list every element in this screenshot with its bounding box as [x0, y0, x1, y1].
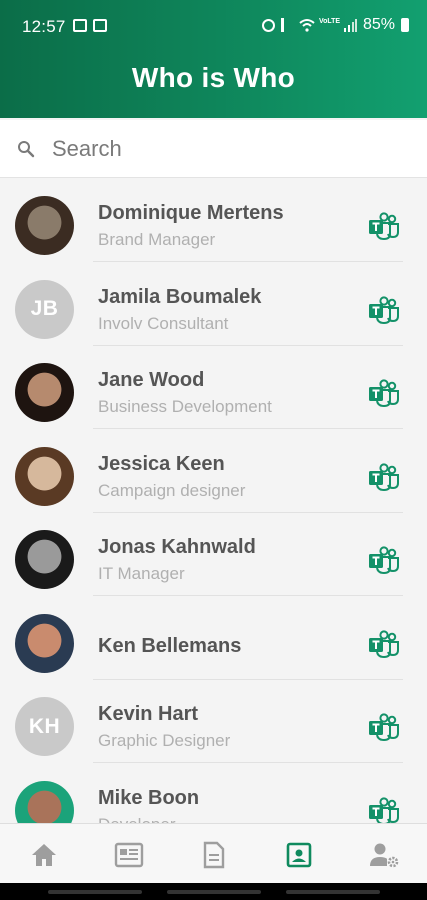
avatar-initials: KH: [28, 714, 61, 738]
contact-role: Business Development: [98, 397, 272, 416]
alarm-icon: [261, 18, 275, 32]
avatar[interactable]: [15, 196, 74, 255]
contact-row[interactable]: Jessica Keen Campaign designer: [0, 430, 427, 513]
page-title: Who is Who: [131, 62, 296, 93]
contact-list: Dominique Mertens Brand Manager JB Jamila B…: [0, 179, 427, 823]
contact-row[interactable]: JB Jamila Boumalek Involv Consultant: [0, 263, 427, 346]
microsoft-teams-icon[interactable]: [368, 295, 400, 329]
contact-role: Developer: [98, 815, 176, 824]
contact-name: Kevin Hart: [98, 703, 199, 725]
document-icon: [203, 841, 225, 869]
gesture-handle-right: [286, 890, 380, 894]
home-icon: [32, 844, 56, 866]
avatar[interactable]: [15, 613, 74, 673]
user-settings-icon: [370, 843, 399, 868]
contact-name: Dominique Mertens: [98, 202, 284, 224]
contacts-icon: [286, 842, 312, 868]
contact-row[interactable]: Mike Boon Developer: [0, 764, 427, 824]
contact-name: Jonas Kahnwald: [98, 536, 256, 558]
microsoft-teams-icon[interactable]: [368, 379, 400, 412]
avatar-initials: JB: [30, 297, 59, 320]
microsoft-teams-icon[interactable]: [368, 212, 400, 245]
status-time: 12:57: [22, 17, 66, 36]
microsoft-teams-icon[interactable]: [368, 546, 400, 579]
search-bar[interactable]: [0, 120, 427, 178]
contact-row[interactable]: Dominique Mertens Brand Manager: [0, 179, 427, 262]
status-bar: 12:57 VoLTE 85%: [0, 0, 427, 52]
nav-documents[interactable]: [198, 839, 230, 871]
battery-percentage: 85%: [362, 16, 395, 33]
contact-name: Jessica Keen: [98, 452, 225, 475]
bottom-navigation: [0, 823, 427, 883]
lte-icon: VoLTE: [318, 18, 341, 25]
news-icon: [114, 842, 144, 868]
mute-icon: [280, 18, 293, 32]
gesture-bar: [0, 883, 427, 900]
contact-row[interactable]: Jonas Kahnwald IT Manager: [0, 513, 427, 596]
signal-icon: [343, 18, 357, 32]
nav-contacts[interactable]: [283, 839, 315, 871]
nav-news[interactable]: [113, 839, 145, 871]
notification-icons: [73, 19, 107, 32]
wifi-icon: [299, 18, 315, 32]
nav-user-settings[interactable]: [368, 839, 400, 871]
contact-name: Ken Bellemans: [98, 634, 242, 657]
status-right: VoLTE 85%: [261, 16, 409, 34]
battery-icon: [401, 18, 409, 32]
contact-role: Brand Manager: [98, 230, 216, 249]
mail-notification-icon: [93, 19, 107, 32]
contact-name: Mike Boon: [98, 786, 200, 809]
avatar[interactable]: [15, 446, 74, 506]
contact-role: Graphic Designer: [98, 731, 231, 750]
microsoft-teams-icon[interactable]: [368, 462, 400, 496]
avatar[interactable]: [15, 363, 74, 422]
gesture-handle-center: [167, 890, 261, 894]
avatar[interactable]: KH: [15, 697, 74, 756]
contact-row[interactable]: Jane Wood Business Development: [0, 346, 427, 429]
avatar[interactable]: [15, 530, 74, 589]
search-icon: [16, 139, 36, 164]
avatar[interactable]: JB: [15, 279, 74, 339]
nav-home[interactable]: [28, 839, 60, 871]
contact-row[interactable]: KH Kevin Hart Graphic Designer: [0, 680, 427, 763]
contact-role: Campaign designer: [98, 480, 246, 500]
microsoft-teams-icon[interactable]: [368, 629, 400, 663]
contact-name: Jamila Boumalek: [98, 285, 262, 308]
microsoft-teams-icon[interactable]: [368, 713, 400, 746]
contact-name: Jane Wood: [98, 369, 205, 391]
gallery-notification-icon: [73, 19, 87, 32]
app-header: 12:57 VoLTE 85% Who is Who: [0, 0, 427, 118]
search-input[interactable]: [52, 133, 412, 165]
microsoft-teams-icon[interactable]: [368, 796, 400, 823]
contact-row[interactable]: Ken Bellemans: [0, 597, 427, 680]
avatar[interactable]: [15, 780, 74, 823]
contact-role: Involv Consultant: [98, 313, 229, 333]
gesture-handle-left: [48, 890, 142, 894]
contact-role: IT Manager: [98, 564, 185, 583]
